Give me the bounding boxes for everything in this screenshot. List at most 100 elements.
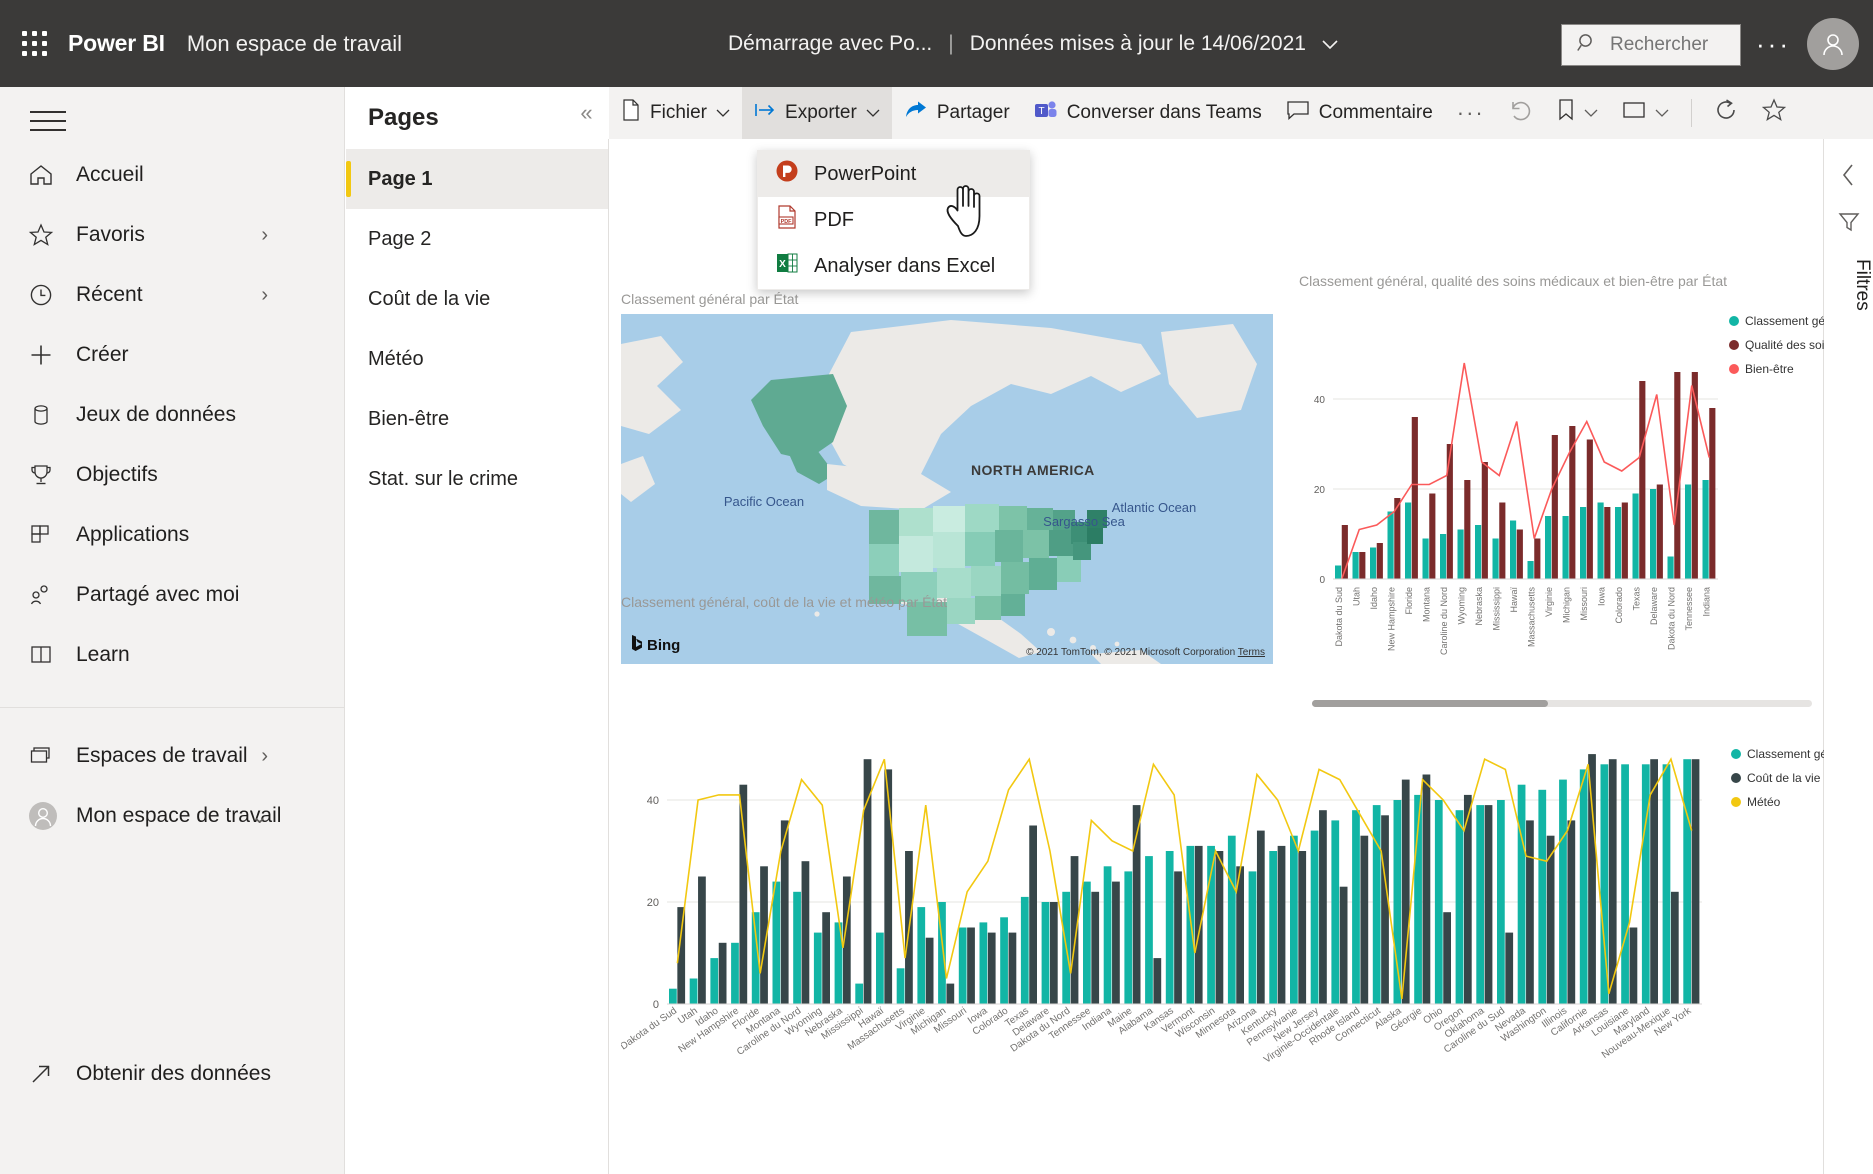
- file-menu-button[interactable]: Fichier: [609, 87, 742, 139]
- header-more-options-button[interactable]: ···: [1756, 31, 1791, 57]
- report-name[interactable]: Démarrage avec Po...: [728, 32, 932, 56]
- clock-icon: [28, 282, 70, 308]
- people-share-icon: [28, 582, 70, 608]
- sidebar-item-partage-avec-moi[interactable]: Partagé avec moi: [0, 565, 344, 625]
- powerbi-brand[interactable]: Power BI: [68, 30, 165, 57]
- ocean-label-atlantic: Atlantic Ocean: [1111, 500, 1197, 515]
- export-analyze-in-excel-item[interactable]: X Analyser dans Excel: [758, 243, 1029, 289]
- svg-text:PDF: PDF: [781, 219, 792, 225]
- chevron-down-icon[interactable]: ⌄: [251, 804, 268, 829]
- legend-swatch: [1729, 340, 1739, 350]
- chat-in-teams-button[interactable]: T Converser dans Teams: [1022, 87, 1274, 139]
- sidebar-item-learn[interactable]: Learn: [0, 625, 344, 685]
- breadcrumb-separator: |: [948, 31, 954, 55]
- bookmark-icon: [1557, 98, 1575, 128]
- search-box[interactable]: [1561, 24, 1808, 66]
- collapse-filters-button[interactable]: [1824, 163, 1873, 187]
- map-canvas[interactable]: NORTH AMERICA Pacific Ocean Atlantic Oce…: [621, 314, 1273, 664]
- sidebar-item-label: Jeux de données: [76, 403, 236, 426]
- export-powerpoint-item[interactable]: PowerPoint: [758, 151, 1029, 197]
- sidebar-item-objectifs[interactable]: Objectifs: [0, 445, 344, 505]
- filters-rail: Filtres: [1824, 139, 1873, 1174]
- page-item-cout-de-la-vie[interactable]: Coût de la vie: [346, 269, 608, 329]
- page-item-stat-sur-le-crime[interactable]: Stat. sur le crime: [346, 449, 608, 509]
- page-item-bien-etre[interactable]: Bien-être: [346, 389, 608, 449]
- sidebar-item-label: Créer: [76, 343, 129, 366]
- sidebar-item-jeux-de-donnees[interactable]: Jeux de données: [0, 385, 344, 445]
- ocean-label-sargasso: Sargasso Sea: [1043, 514, 1125, 529]
- scrollbar-thumb[interactable]: [1312, 700, 1548, 707]
- bookmarks-button[interactable]: [1545, 87, 1610, 139]
- chevron-right-icon[interactable]: ›: [261, 224, 268, 247]
- svg-text:Idaho: Idaho: [1369, 587, 1379, 610]
- bing-logo[interactable]: Bing: [631, 634, 680, 656]
- toolbar-more-options-button[interactable]: ···: [1445, 87, 1497, 139]
- legend-label: Bien-être: [1745, 362, 1794, 376]
- sidebar-item-espaces-de-travail[interactable]: Espaces de travail ›: [0, 726, 344, 786]
- comment-button[interactable]: Commentaire: [1274, 87, 1445, 139]
- get-data-label: Obtenir des données: [76, 1062, 271, 1085]
- reset-button[interactable]: [1497, 87, 1545, 139]
- page-item-page-1[interactable]: Page 1: [346, 149, 608, 209]
- file-label: Fichier: [650, 102, 708, 123]
- svg-text:Indiana: Indiana: [1701, 587, 1711, 617]
- map-terms-link[interactable]: Terms: [1238, 647, 1265, 658]
- chart-bottom-plot[interactable]: 02040Dakota du SudUtahIdahoNew Hampshire…: [619, 719, 1821, 1139]
- chevron-down-icon: [716, 102, 730, 124]
- refresh-icon: [1714, 98, 1738, 128]
- hamburger-menu-icon[interactable]: [30, 111, 66, 131]
- report-canvas: Classement général par État NORTH AMERIC…: [609, 139, 1867, 1174]
- sidebar-item-recent[interactable]: Récent ›: [0, 265, 344, 325]
- legend-swatch: [1731, 773, 1741, 783]
- export-pdf-item[interactable]: PDF PDF: [758, 197, 1029, 243]
- report-breadcrumb: Démarrage avec Po... | Données mises à j…: [728, 0, 1338, 87]
- get-data-button[interactable]: Obtenir des données: [0, 1044, 344, 1104]
- plus-icon: [28, 342, 70, 368]
- sidebar-item-label: Learn: [76, 643, 130, 666]
- workspace-title: Mon espace de travail: [186, 30, 403, 56]
- svg-text:Caroline du Nord: Caroline du Nord: [1439, 587, 1449, 655]
- page-item-meteo[interactable]: Météo: [346, 329, 608, 389]
- chart-right-horizontal-scrollbar[interactable]: [1312, 700, 1812, 707]
- svg-text:0: 0: [653, 999, 659, 1011]
- chart-health-wellbeing[interactable]: 0 20 40 Dakota du Sud Utah Idaho New Hampshire…: [1299, 304, 1867, 704]
- sidebar-item-favoris[interactable]: Favoris ›: [0, 205, 344, 265]
- sidebar-item-applications[interactable]: Applications: [0, 505, 344, 565]
- favorite-button[interactable]: [1750, 87, 1798, 139]
- menu-item-label: PowerPoint: [814, 162, 917, 185]
- chevron-right-icon[interactable]: ›: [261, 745, 268, 768]
- export-menu-button[interactable]: Exporter: [742, 87, 892, 139]
- sidebar-item-accueil[interactable]: Accueil: [0, 145, 344, 205]
- sidebar-item-label: Espaces de travail: [76, 744, 248, 767]
- refreshed-text: Données mises à jour le 14/06/2021: [969, 31, 1306, 55]
- refresh-button[interactable]: [1702, 87, 1750, 139]
- collapse-pages-pane-button[interactable]: «: [564, 87, 609, 139]
- filters-label[interactable]: Filtres: [1824, 259, 1873, 311]
- sidebar-item-creer[interactable]: Créer: [0, 325, 344, 385]
- page-item-page-2[interactable]: Page 2: [346, 209, 608, 269]
- svg-text:Floride: Floride: [1404, 587, 1414, 615]
- pages-pane: Pages Page 1 Page 2 Coût de la vie Météo…: [346, 87, 609, 1174]
- share-icon: [904, 100, 928, 126]
- export-icon: [754, 101, 776, 125]
- svg-text:20: 20: [647, 897, 659, 909]
- chevron-right-icon[interactable]: ›: [261, 284, 268, 307]
- svg-text:Dakota du Sud: Dakota du Sud: [621, 1005, 679, 1052]
- svg-text:Utah: Utah: [1351, 587, 1361, 606]
- sidebar-item-mon-espace-de-travail[interactable]: Mon espace de travail ⌄: [0, 786, 344, 846]
- chevron-down-icon[interactable]: [1322, 32, 1338, 56]
- avatar[interactable]: [1807, 18, 1859, 70]
- svg-text:X: X: [779, 259, 786, 270]
- page-item-label: Bien-être: [368, 407, 450, 430]
- chart-bottom-title: Classement général, coût de la vie et mé…: [621, 594, 948, 610]
- svg-text:Montana: Montana: [1421, 587, 1431, 622]
- filter-icon[interactable]: [1824, 211, 1873, 233]
- legend-swatch: [1729, 364, 1739, 374]
- map-visual[interactable]: NORTH AMERICA Pacific Ocean Atlantic Oce…: [621, 314, 1273, 664]
- view-button[interactable]: [1610, 87, 1681, 139]
- svg-text:40: 40: [1314, 395, 1326, 406]
- data-refreshed-label[interactable]: Données mises à jour le 14/06/2021: [970, 32, 1338, 56]
- chart-overall-cost-weather[interactable]: 0 20 40 Dakota du Sud Utah Idaho New Hampshire…: [619, 719, 1854, 1139]
- app-launcher-icon[interactable]: [22, 30, 48, 57]
- share-button[interactable]: Partager: [892, 87, 1022, 139]
